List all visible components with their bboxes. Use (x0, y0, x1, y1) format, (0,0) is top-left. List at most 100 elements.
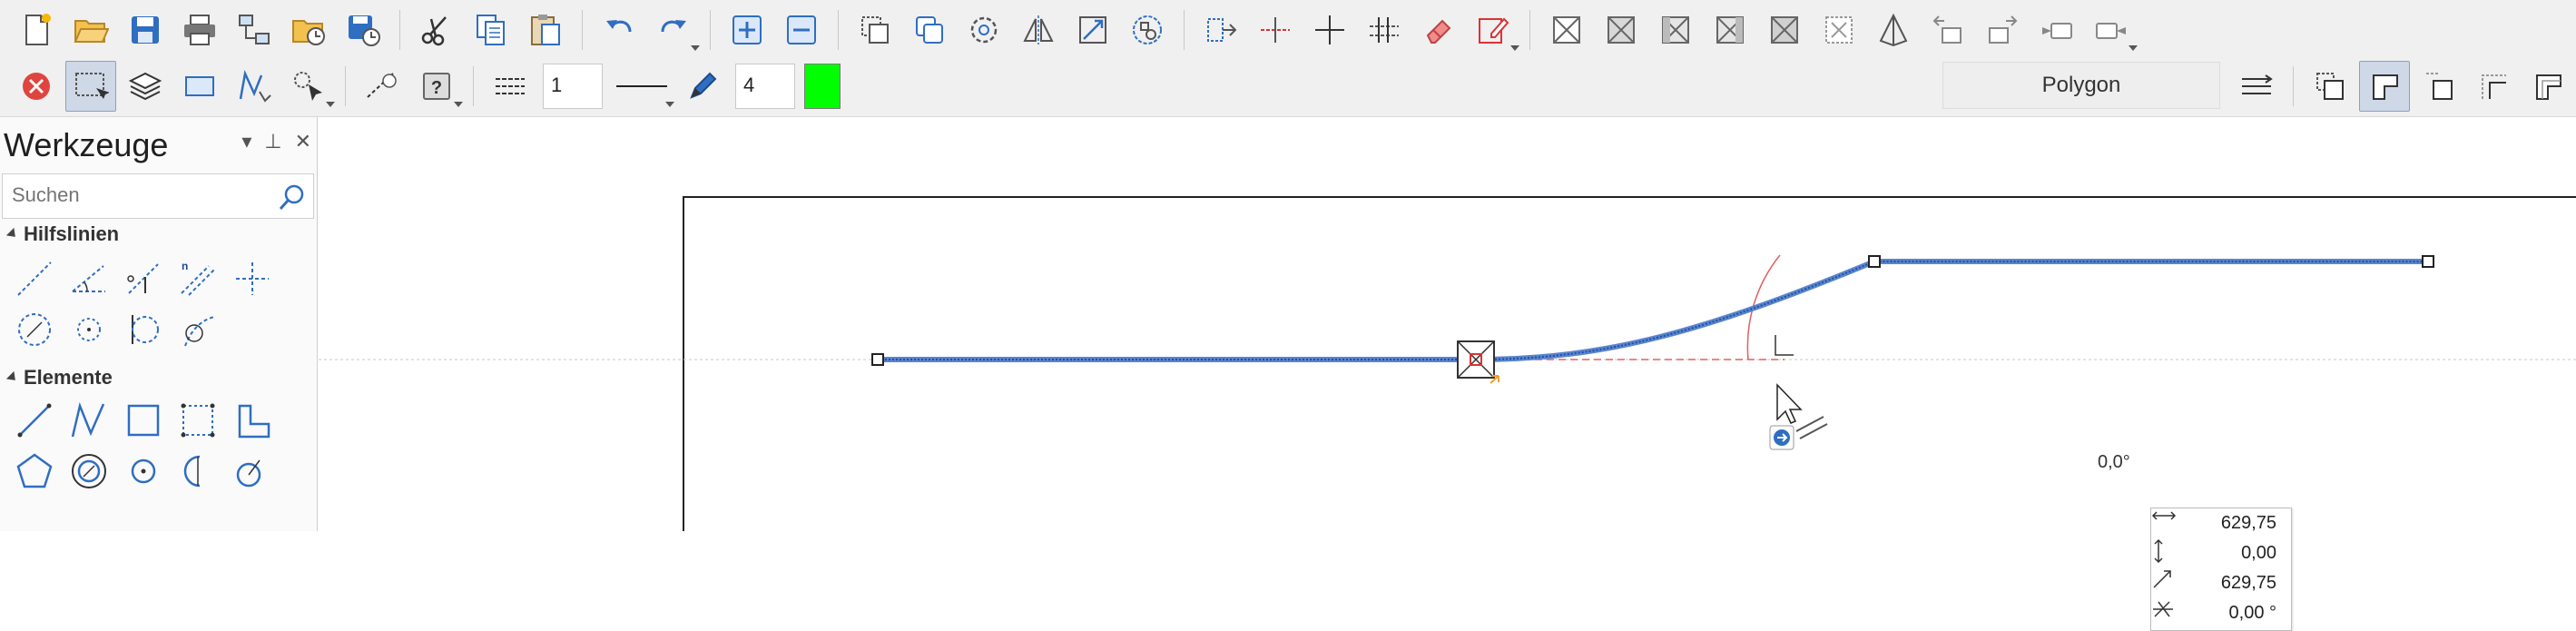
tool-polyline[interactable] (62, 395, 116, 446)
mirror-button[interactable] (1013, 5, 1064, 55)
parallel-lines-button[interactable] (1359, 5, 1410, 55)
view-front-button[interactable] (1541, 5, 1592, 55)
cancel-button[interactable] (11, 61, 62, 112)
tool-line[interactable] (7, 395, 62, 446)
tool-arc[interactable] (171, 446, 225, 497)
line-width-field[interactable]: 1 (543, 64, 603, 109)
snap-marker[interactable] (1457, 340, 1495, 379)
crosshair-button[interactable] (1304, 5, 1355, 55)
tool-rectangle-points[interactable] (171, 395, 225, 446)
line-pattern-button[interactable] (485, 61, 536, 112)
recent-files-button[interactable] (283, 5, 334, 55)
new-file-button[interactable] (11, 5, 62, 55)
tool-guide-center[interactable] (62, 304, 116, 355)
angle-guide-icon (72, 265, 105, 292)
shape-option-4-button[interactable] (2468, 61, 2519, 112)
select-button[interactable] (65, 61, 116, 112)
rectangle-button[interactable] (174, 61, 225, 112)
pointer-options-button[interactable] (283, 61, 335, 112)
line-type-dropdown[interactable] (610, 61, 674, 112)
pin-icon[interactable]: ⊥ (264, 130, 281, 153)
group-label: Hilfslinien (24, 222, 120, 245)
tool-guide-circle[interactable] (7, 304, 62, 355)
copy-button[interactable] (466, 5, 516, 55)
separator (399, 10, 400, 50)
blue-action-icon[interactable] (1769, 425, 1794, 450)
close-icon[interactable]: ✕ (295, 130, 311, 153)
view-back-button[interactable] (1596, 5, 1647, 55)
view-right-button[interactable] (1705, 5, 1755, 55)
group-hilfslinien[interactable]: Hilfslinien (5, 222, 120, 246)
search-icon[interactable] (277, 182, 308, 212)
save-button[interactable] (120, 5, 171, 55)
view-left-button[interactable] (1650, 5, 1701, 55)
tool-rectangle[interactable] (116, 395, 171, 446)
vertex-handle[interactable] (1868, 255, 1881, 268)
paste-button[interactable] (520, 5, 571, 55)
pen-size-field[interactable]: 4 (735, 64, 795, 109)
camera-left-icon (2042, 23, 2072, 39)
search-input[interactable] (3, 174, 284, 216)
snap-grid-button[interactable] (1195, 5, 1246, 55)
drawing-canvas[interactable]: 0,0° 629,75 0,00 629,75 0,00 ° (319, 117, 2576, 631)
redo-button[interactable] (648, 5, 700, 55)
shape-option-1-button[interactable] (2305, 61, 2355, 112)
line-style-button[interactable] (357, 61, 408, 112)
shape-option-2-button[interactable] (2359, 61, 2410, 112)
tool-guide-angle[interactable] (62, 253, 116, 304)
pen-color-swatch[interactable] (804, 64, 841, 109)
chevron-down-icon (1510, 45, 1519, 51)
scale-button[interactable] (1067, 5, 1118, 55)
caret-icon (5, 227, 20, 242)
cut-button[interactable] (411, 5, 462, 55)
polyline-path[interactable] (878, 261, 2428, 360)
rotate-button[interactable] (959, 5, 1009, 55)
print-button[interactable] (174, 5, 225, 55)
duplicate-button[interactable] (904, 5, 955, 55)
tool-circle-tangent[interactable] (62, 446, 116, 497)
tool-guide-arc[interactable] (116, 304, 171, 355)
vertex-handle[interactable] (871, 353, 884, 366)
panel-menu-chevron-icon[interactable]: ▾ (241, 130, 251, 153)
zoom-in-button[interactable] (722, 5, 772, 55)
undo-button[interactable] (594, 5, 644, 55)
select-copy-button[interactable] (850, 5, 900, 55)
info-dx-row: 629,75 (2151, 508, 2291, 538)
camera-left-button[interactable] (2031, 5, 2082, 55)
toolbar-row-2-right (2229, 58, 2575, 114)
shape-option-5-button[interactable] (2522, 61, 2573, 112)
view-bottom-button[interactable] (1814, 5, 1864, 55)
tool-guide-parallel[interactable]: n (171, 253, 225, 304)
view-top-button[interactable] (1759, 5, 1810, 55)
tool-pentagon[interactable] (7, 446, 62, 497)
shape-option-3-button[interactable] (2414, 61, 2464, 112)
zoom-out-button[interactable] (776, 5, 827, 55)
open-file-button[interactable] (65, 5, 116, 55)
caret-icon (5, 370, 20, 385)
snap-point-button[interactable] (1250, 5, 1301, 55)
tool-arc-tangent[interactable] (225, 446, 280, 497)
group-button[interactable] (1122, 5, 1173, 55)
save-all-button[interactable] (338, 5, 388, 55)
help-button[interactable]: ? (411, 61, 463, 112)
tool-guide-tangent[interactable] (171, 304, 225, 355)
mode-dropdown[interactable]: Polygon (1942, 62, 2220, 109)
pen-button[interactable] (677, 61, 728, 112)
edit-button[interactable] (1468, 5, 1519, 55)
vertex-handle[interactable] (2422, 255, 2434, 268)
eraser-button[interactable] (1413, 5, 1464, 55)
view-prev-button[interactable] (1922, 5, 1973, 55)
view-next-button[interactable] (1977, 5, 2028, 55)
tool-guide-perpendicular[interactable] (116, 253, 171, 304)
network-button[interactable] (229, 5, 280, 55)
list-options-button[interactable] (2231, 61, 2282, 112)
camera-right-button[interactable] (2086, 5, 2138, 55)
polyline-button[interactable] (229, 61, 280, 112)
view-3d-button[interactable] (1868, 5, 1919, 55)
layers-button[interactable] (120, 61, 171, 112)
group-elemente[interactable]: Elemente (5, 366, 113, 389)
tool-guide-line[interactable] (7, 253, 62, 304)
tool-l-shape[interactable] (225, 395, 280, 446)
tool-circle-center[interactable] (116, 446, 171, 497)
tool-guide-cross[interactable] (225, 253, 280, 304)
